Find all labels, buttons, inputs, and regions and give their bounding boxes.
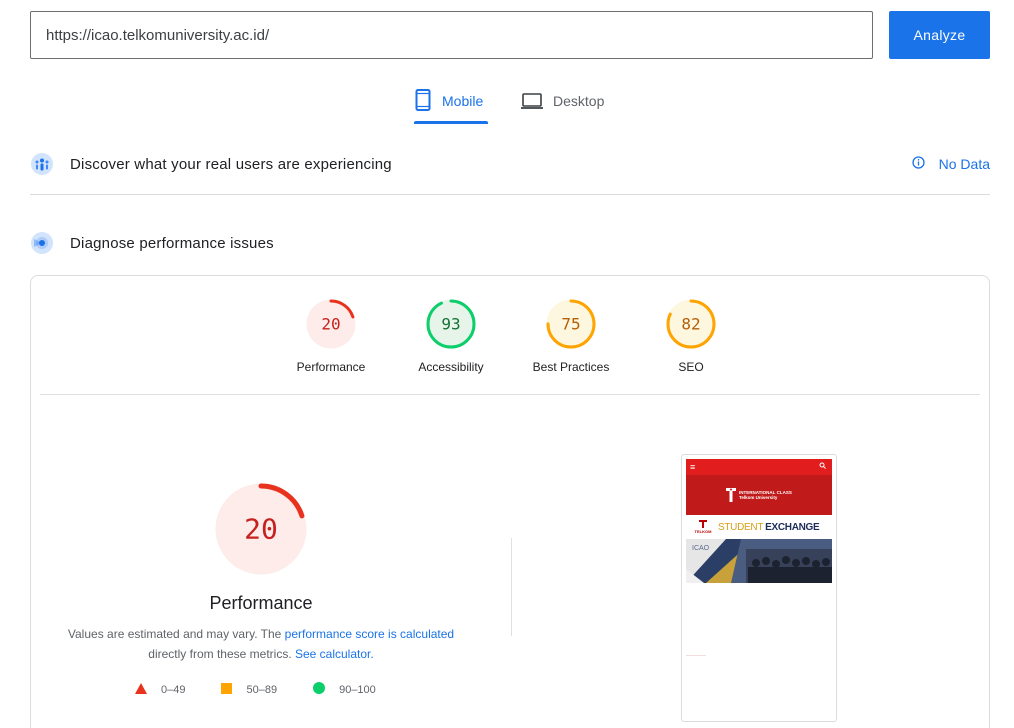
search-icon	[819, 462, 826, 473]
field-data-title: Discover what your real users are experi…	[70, 155, 392, 173]
laptop-icon	[521, 88, 543, 115]
square-icon	[221, 682, 233, 697]
section-divider	[30, 194, 990, 195]
performance-gauge-large: 20	[213, 481, 309, 577]
score-gauge-ring: 82	[666, 299, 716, 349]
see-calculator-link[interactable]: See calculator.	[295, 647, 374, 661]
diagnose-title: Diagnose performance issues	[70, 234, 274, 252]
screenshot-banner: INTERNATIONAL CLASS Telkom University	[686, 475, 832, 515]
url-input[interactable]	[30, 11, 873, 59]
score-gauge-ring: 20	[306, 299, 356, 349]
screenshot-navbar: ≡	[686, 459, 832, 475]
tab-active-indicator	[414, 121, 488, 124]
field-data-section: Discover what your real users are experi…	[30, 150, 990, 178]
telkom-logo: INTERNATIONAL CLASS Telkom University	[726, 488, 792, 502]
group-photo: ICAO	[686, 539, 832, 583]
no-data-label: No Data	[938, 156, 990, 172]
screenshot-divider	[686, 655, 706, 656]
legend-fail: 0–49	[135, 682, 185, 697]
score-gauge-ring: 93	[426, 299, 476, 349]
triangle-icon	[135, 682, 147, 697]
page-screenshot: ≡ INTERNATIONAL CLASS Telkom University T…	[681, 454, 837, 722]
gauge-label: Performance	[296, 360, 366, 374]
diagnose-section: Diagnose performance issues	[30, 229, 990, 257]
gauge-seo[interactable]: 82 SEO	[641, 298, 741, 374]
score-calculated-link[interactable]: performance score is calculated	[285, 627, 454, 641]
score-gauge-ring: 20	[215, 483, 307, 575]
student-exchange-banner: TELKOM STUDENT EXCHANGE	[694, 520, 820, 534]
performance-title: Performance	[209, 593, 313, 613]
smartphone-icon	[414, 88, 432, 115]
hamburger-menu-icon: ≡	[690, 462, 696, 472]
no-data-link[interactable]: No Data	[911, 156, 990, 172]
gauge-score-value: 93	[441, 315, 460, 334]
report-card: 20 Performance 93 Accessibility 75 Best Pra…	[30, 275, 990, 728]
info-icon	[911, 156, 925, 172]
card-divider	[40, 394, 980, 395]
lighthouse-icon	[30, 231, 54, 255]
tab-mobile[interactable]: Mobile	[414, 88, 488, 124]
gauge-score-value: 20	[244, 513, 278, 546]
gauge-score-value: 82	[681, 315, 700, 334]
legend-average: 50–89	[221, 682, 277, 697]
gauge-best-practices[interactable]: 75 Best Practices	[521, 298, 621, 374]
gauge-label: SEO	[678, 360, 704, 374]
tab-desktop-label: Desktop	[553, 93, 605, 109]
telkom-logo-icon	[726, 488, 736, 502]
analyze-button[interactable]: Analyze	[889, 11, 990, 59]
legend-pass: 90–100	[313, 682, 376, 697]
tab-desktop[interactable]: Desktop	[521, 88, 613, 124]
gauge-score-value: 20	[321, 315, 340, 334]
users-icon	[30, 152, 54, 176]
vertical-divider	[511, 538, 512, 636]
gauge-performance[interactable]: 20 Performance	[281, 298, 381, 374]
tab-mobile-label: Mobile	[442, 93, 484, 109]
gauge-label: Accessibility	[418, 360, 484, 374]
score-gauge-ring: 75	[546, 299, 596, 349]
score-legend: 0–49 50–89 90–100	[135, 682, 412, 697]
telkom-small-logo: TELKOM	[694, 520, 712, 534]
gauge-score-value: 75	[561, 315, 580, 334]
circle-icon	[313, 682, 326, 697]
performance-note: Values are estimated and may vary. The p…	[67, 627, 455, 661]
gauge-label: Best Practices	[532, 360, 610, 374]
gauge-accessibility[interactable]: 93 Accessibility	[401, 298, 501, 374]
